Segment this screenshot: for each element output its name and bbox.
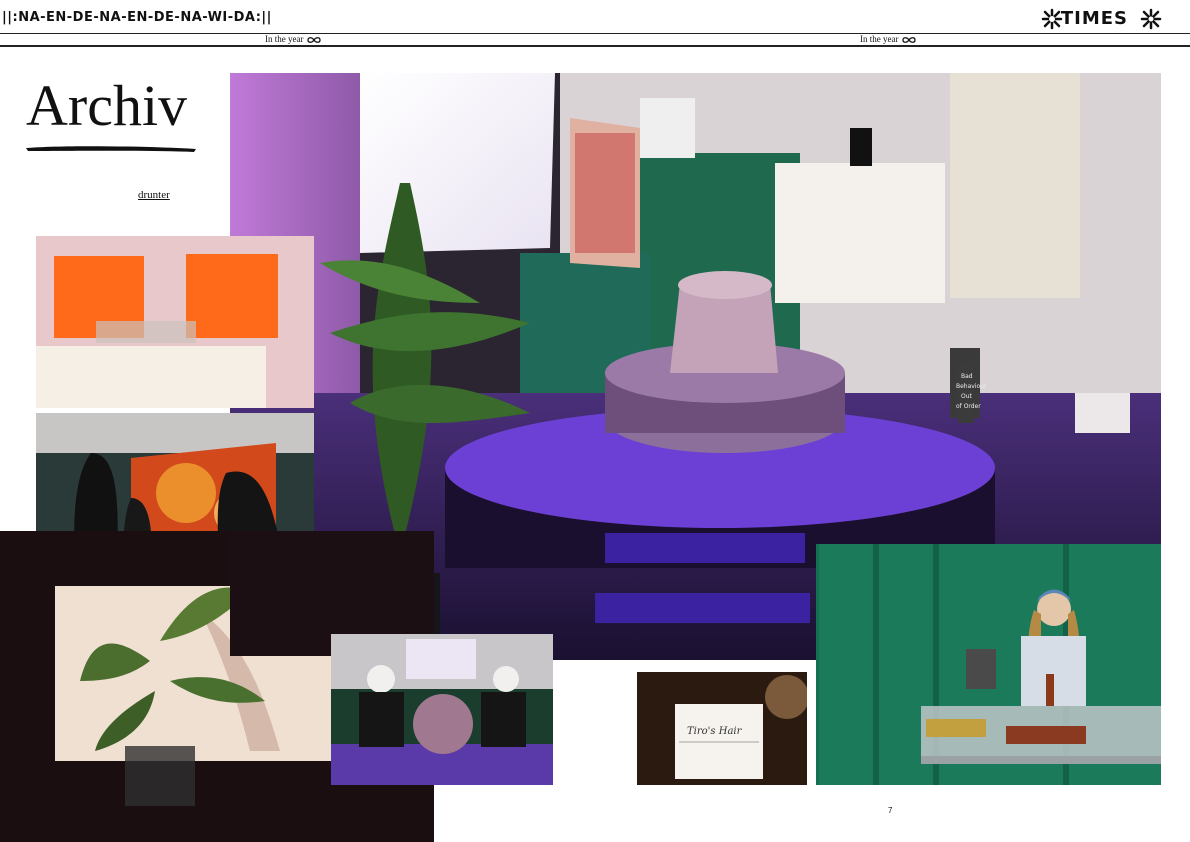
sign-text-3: Out — [961, 393, 973, 400]
masthead-rule-top — [0, 33, 1190, 34]
tagline-left-text: In the year — [265, 34, 304, 44]
green-curtain-child-photo — [816, 544, 1161, 785]
page-number: 7 — [888, 806, 893, 815]
brush-underline — [26, 146, 196, 152]
tagline-right: In the year — [860, 34, 917, 44]
masthead-rule-bottom — [0, 45, 1190, 47]
sign-text-2: Behaviour — [956, 383, 987, 390]
infinity-icon — [307, 37, 321, 43]
note-card-text: Tiro's Hair — [687, 726, 743, 737]
masthead-right-title: TIMES — [1060, 8, 1128, 29]
hooded-figures-photo — [331, 634, 553, 785]
note-card-photo: Tiro's Hair — [637, 672, 807, 785]
tagline-right-text: In the year — [860, 34, 899, 44]
page-title: Archiv — [26, 73, 188, 138]
star-left-icon — [1041, 8, 1063, 30]
masthead-left-title: ||:NA-EN-DE-NA-EN-DE-NA-WI-DA:|| — [2, 10, 272, 25]
sign-text-1: Bad — [961, 373, 973, 380]
infinity-icon — [902, 37, 916, 43]
star-right-icon — [1140, 8, 1162, 30]
sign-text-4: of Order — [956, 403, 981, 410]
orange-panels-photo — [36, 236, 314, 408]
tagline-left: In the year — [265, 34, 322, 44]
drunter-link[interactable]: drunter — [138, 189, 170, 201]
